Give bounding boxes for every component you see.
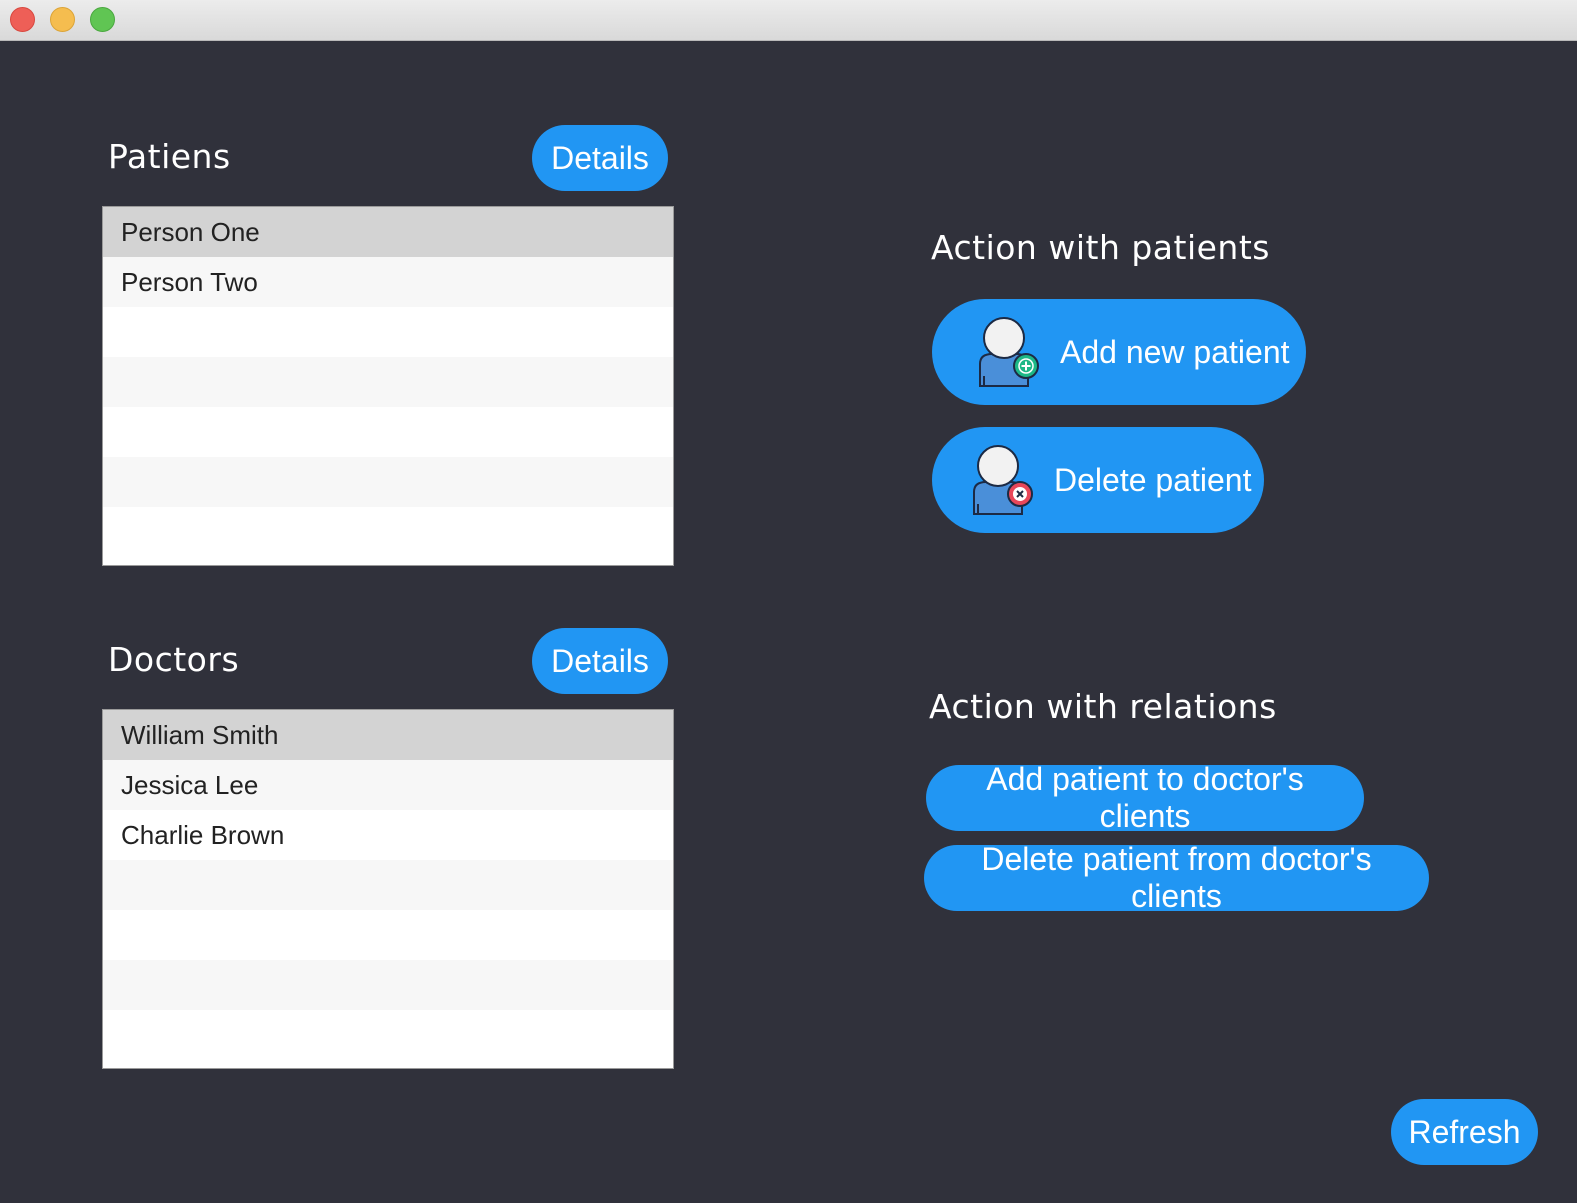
list-item[interactable] <box>103 407 673 457</box>
list-item[interactable]: Jessica Lee <box>103 760 673 810</box>
patients-heading: Patiens <box>108 137 231 176</box>
app-window: Patiens Details Person One Person Two Do… <box>0 0 1577 1203</box>
list-item[interactable] <box>103 860 673 910</box>
doctors-list[interactable]: William Smith Jessica Lee Charlie Brown <box>102 709 674 1069</box>
refresh-button[interactable]: Refresh <box>1391 1099 1538 1165</box>
close-window-button[interactable] <box>10 7 35 32</box>
list-item[interactable]: Charlie Brown <box>103 810 673 860</box>
patients-details-button[interactable]: Details <box>532 125 668 191</box>
relation-actions-heading: Action with relations <box>929 687 1277 726</box>
add-patient-to-doctor-button[interactable]: Add patient to doctor's clients <box>926 761 1364 834</box>
patient-actions-heading: Action with patients <box>931 228 1270 267</box>
list-item[interactable] <box>103 960 673 1010</box>
list-item[interactable]: William Smith <box>103 710 673 760</box>
delete-patient-button[interactable]: Delete patient <box>932 427 1264 533</box>
patients-list[interactable]: Person One Person Two <box>102 206 674 566</box>
list-item[interactable] <box>103 910 673 960</box>
doctors-details-button[interactable]: Details <box>532 628 668 694</box>
add-new-patient-label: Add new patient <box>1060 333 1290 370</box>
add-new-patient-button[interactable]: Add new patient <box>932 299 1306 405</box>
list-item[interactable] <box>103 457 673 507</box>
title-bar <box>0 0 1577 41</box>
list-item[interactable]: Person Two <box>103 257 673 307</box>
list-item[interactable]: Person One <box>103 207 673 257</box>
user-add-icon <box>979 317 1039 387</box>
minimize-window-button[interactable] <box>50 7 75 32</box>
list-item[interactable] <box>103 307 673 357</box>
delete-patient-from-doctor-button[interactable]: Delete patient from doctor's clients <box>924 841 1429 914</box>
list-item[interactable] <box>103 357 673 407</box>
list-item[interactable] <box>103 507 673 557</box>
user-delete-icon <box>973 445 1033 515</box>
doctors-heading: Doctors <box>108 640 240 679</box>
maximize-window-button[interactable] <box>90 7 115 32</box>
delete-patient-label: Delete patient <box>1054 461 1252 498</box>
list-item[interactable] <box>103 1010 673 1060</box>
